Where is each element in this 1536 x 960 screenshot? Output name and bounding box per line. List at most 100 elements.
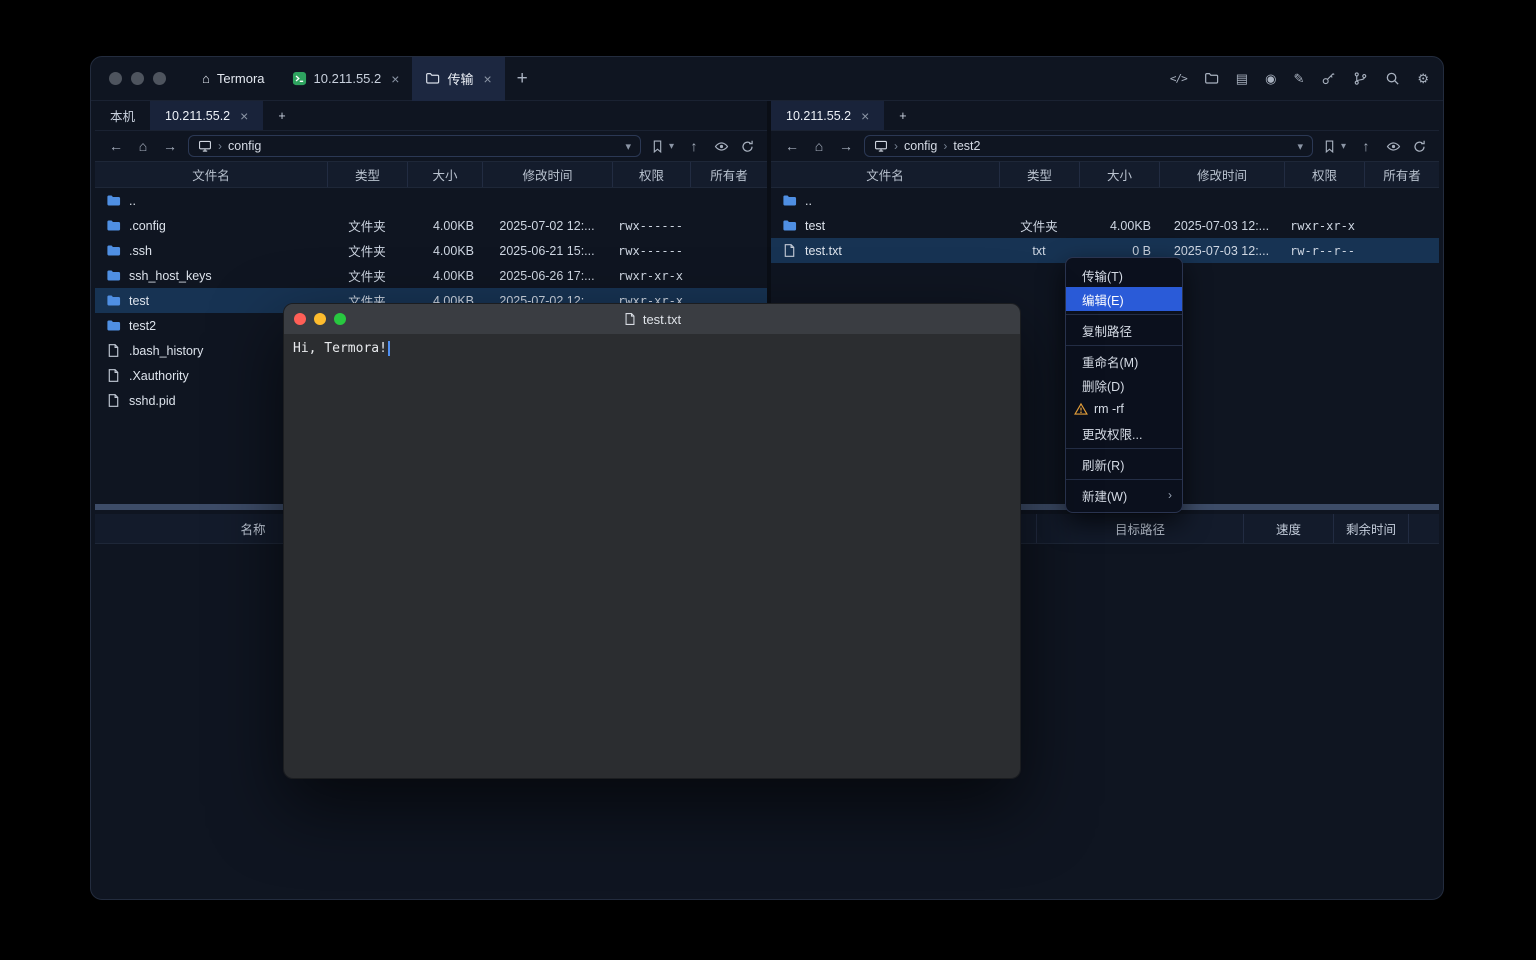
menu-item-transfer[interactable]: 传输(T): [1066, 263, 1182, 287]
record-icon[interactable]: ◉: [1265, 71, 1276, 87]
back-button[interactable]: ←: [107, 138, 125, 154]
table-row[interactable]: .config 文件夹4.00KB2025-07-02 12:...rwx---…: [95, 213, 767, 238]
forward-button[interactable]: →: [161, 138, 179, 154]
context-menu: 传输(T) 编辑(E) 复制路径 重命名(M) 删除(D) rm -rf 更改权…: [1065, 257, 1183, 513]
chevron-down-icon[interactable]: ▾: [625, 140, 631, 153]
menu-item-rm-rf[interactable]: rm -rf: [1066, 397, 1182, 421]
column-header[interactable]: 权限: [1284, 162, 1364, 187]
tab-termora-home[interactable]: ⌂ Termora: [188, 57, 279, 101]
left-pane-tabs: 本机 10.211.55.2 × +: [95, 101, 767, 131]
column-header[interactable]: 文件名: [95, 162, 327, 187]
minimize-window-button[interactable]: [314, 313, 326, 325]
key-icon[interactable]: [1321, 71, 1336, 86]
column-header[interactable]: 修改时间: [482, 162, 612, 187]
column-header[interactable]: 类型: [999, 162, 1079, 187]
close-tab-icon[interactable]: ×: [391, 71, 399, 87]
editor-titlebar[interactable]: test.txt: [284, 304, 1020, 334]
column-header[interactable]: 速度: [1243, 514, 1333, 543]
column-header[interactable]: 所有者: [1364, 162, 1439, 187]
left-table-header: 文件名 类型 大小 修改时间 权限 所有者: [95, 161, 767, 188]
menu-item-new[interactable]: 新建(W) ›: [1066, 483, 1182, 507]
breadcrumb-segment[interactable]: test2: [953, 139, 980, 153]
column-header[interactable]: 类型: [327, 162, 407, 187]
close-tab-icon[interactable]: ×: [483, 71, 491, 87]
table-row[interactable]: ..: [95, 188, 767, 213]
show-hidden-eye-icon[interactable]: [1386, 139, 1401, 154]
titlebar-actions: </> ▤ ◉ ✎ ⚙: [1170, 71, 1429, 87]
forward-button[interactable]: →: [837, 138, 855, 154]
tab-transfer[interactable]: 传输 ×: [412, 57, 504, 101]
branch-icon[interactable]: [1353, 71, 1368, 86]
code-icon[interactable]: </>: [1170, 72, 1187, 85]
path-breadcrumb[interactable]: › config ▾: [188, 135, 641, 157]
file-icon: [106, 368, 121, 383]
home-button[interactable]: ⌂: [134, 138, 152, 154]
path-breadcrumb[interactable]: › config › test2 ▾: [864, 135, 1313, 157]
menu-item-change-permissions[interactable]: 更改权限...: [1066, 421, 1182, 445]
column-header: [1408, 514, 1439, 543]
chevron-down-icon[interactable]: ▾: [1341, 141, 1346, 152]
folder-icon: [106, 193, 121, 208]
table-row[interactable]: test 文件夹4.00KB2025-07-03 12:...rwxr-xr-x: [771, 213, 1439, 238]
home-button[interactable]: ⌂: [810, 138, 828, 154]
tab-ssh-session[interactable]: 10.211.55.2 ×: [279, 57, 413, 101]
breadcrumb-segment[interactable]: config: [228, 139, 261, 153]
column-header[interactable]: 大小: [1079, 162, 1159, 187]
table-row[interactable]: ssh_host_keys 文件夹4.00KB2025-06-26 17:...…: [95, 263, 767, 288]
tab-remote-left[interactable]: 10.211.55.2 ×: [150, 101, 263, 130]
chevron-down-icon[interactable]: ▾: [669, 141, 674, 152]
breadcrumb-segment[interactable]: config: [904, 139, 937, 153]
chevron-down-icon[interactable]: ▾: [1297, 140, 1303, 153]
crumb-separator: ›: [943, 139, 947, 153]
zoom-window-button[interactable]: [334, 313, 346, 325]
folder-icon: [425, 71, 440, 86]
bookmark-icon[interactable]: [650, 139, 665, 154]
menu-item-delete[interactable]: 删除(D): [1066, 373, 1182, 397]
column-header[interactable]: 剩余时间: [1333, 514, 1408, 543]
show-hidden-eye-icon[interactable]: [714, 139, 729, 154]
close-tab-icon[interactable]: ×: [861, 108, 869, 124]
file-icon: [106, 393, 121, 408]
app-title: Termora: [217, 71, 265, 86]
window-controls[interactable]: [109, 72, 166, 85]
warning-icon: [1074, 402, 1088, 416]
editor-window-controls[interactable]: [294, 313, 346, 325]
menu-separator: [1066, 479, 1182, 480]
folder-icon[interactable]: [1204, 71, 1219, 86]
menu-item-edit[interactable]: 编辑(E): [1066, 287, 1182, 311]
close-window-button[interactable]: [109, 72, 122, 85]
bookmark-icon[interactable]: [1322, 139, 1337, 154]
parent-directory-button[interactable]: ↑: [685, 138, 703, 154]
pencil-icon[interactable]: ✎: [1293, 71, 1304, 87]
close-window-button[interactable]: [294, 313, 306, 325]
new-pane-tab-button[interactable]: +: [884, 101, 921, 130]
refresh-icon[interactable]: [1412, 139, 1427, 154]
new-pane-tab-button[interactable]: +: [263, 101, 300, 130]
crumb-separator: ›: [218, 139, 222, 153]
column-header[interactable]: 目标路径: [1036, 514, 1243, 543]
zoom-window-button[interactable]: [153, 72, 166, 85]
menu-item-copy-path[interactable]: 复制路径: [1066, 318, 1182, 342]
table-row[interactable]: .ssh 文件夹4.00KB2025-06-21 15:...rwx------: [95, 238, 767, 263]
menu-item-rename[interactable]: 重命名(M): [1066, 349, 1182, 373]
gear-icon[interactable]: ⚙: [1417, 71, 1429, 87]
right-table-header: 文件名 类型 大小 修改时间 权限 所有者: [771, 161, 1439, 188]
refresh-icon[interactable]: [740, 139, 755, 154]
column-header[interactable]: 文件名: [771, 162, 999, 187]
column-header[interactable]: 大小: [407, 162, 482, 187]
close-tab-icon[interactable]: ×: [240, 108, 248, 124]
column-header[interactable]: 权限: [612, 162, 690, 187]
new-tab-button[interactable]: +: [505, 68, 540, 90]
tab-local[interactable]: 本机: [95, 101, 150, 130]
editor-content[interactable]: Hi, Termora!: [284, 334, 1020, 779]
back-button[interactable]: ←: [783, 138, 801, 154]
menu-item-refresh[interactable]: 刷新(R): [1066, 452, 1182, 476]
tab-remote-right[interactable]: 10.211.55.2 ×: [771, 101, 884, 130]
column-header[interactable]: 修改时间: [1159, 162, 1284, 187]
column-header[interactable]: 所有者: [690, 162, 767, 187]
minimize-window-button[interactable]: [131, 72, 144, 85]
parent-directory-button[interactable]: ↑: [1357, 138, 1375, 154]
table-row[interactable]: ..: [771, 188, 1439, 213]
journal-icon[interactable]: ▤: [1236, 71, 1248, 87]
search-icon[interactable]: [1385, 71, 1400, 86]
